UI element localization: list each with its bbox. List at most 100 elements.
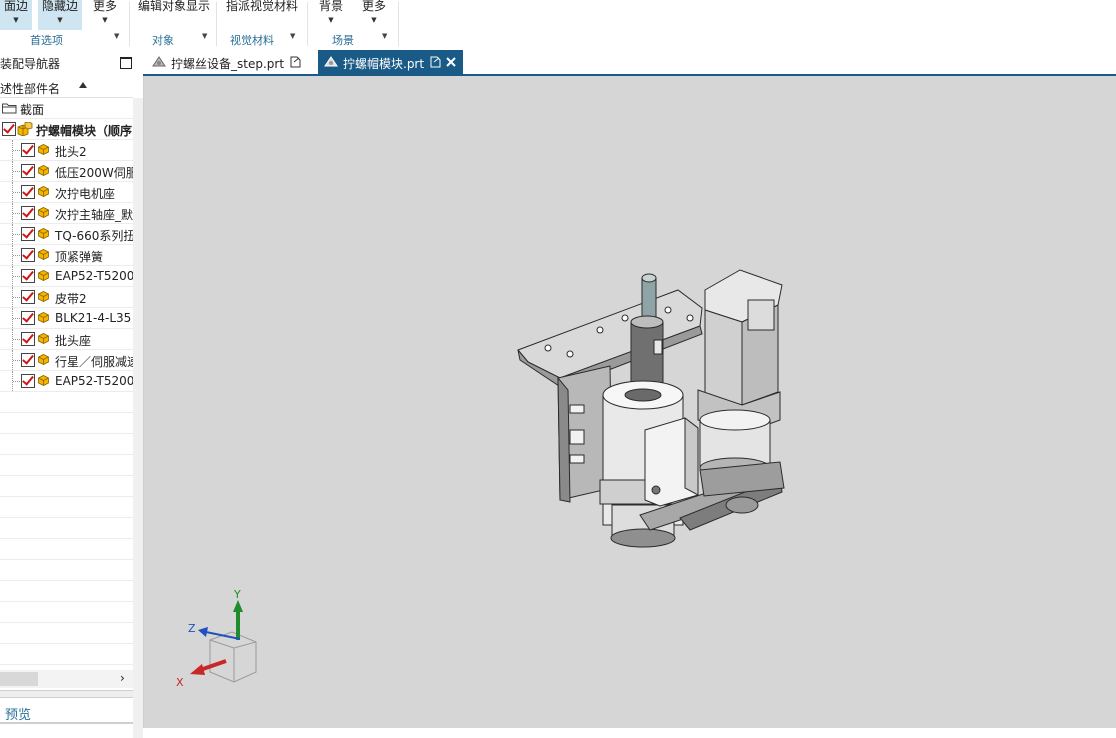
more-button-1[interactable]: 更多 ▼	[90, 0, 120, 30]
tab-screw-equipment[interactable]: 拧螺丝设备_step.prt	[147, 50, 303, 74]
tree-connector	[12, 245, 21, 265]
chevron-down-icon: ▼	[13, 16, 19, 24]
tree-item-label: 截面	[20, 103, 45, 117]
tree-row-part[interactable]: 顶紧弹簧	[0, 245, 133, 266]
tree-row-part[interactable]: 皮带2	[0, 287, 133, 308]
visibility-checkbox[interactable]	[21, 353, 35, 367]
assign-visual-material-button[interactable]: 指派视觉材料	[226, 0, 298, 30]
empty-row	[0, 413, 133, 434]
visibility-checkbox[interactable]	[21, 185, 35, 199]
background-label: 背景	[318, 0, 343, 13]
y-axis-arrow	[233, 600, 243, 640]
tree-row-part[interactable]: BLK21-4-L35	[0, 308, 133, 329]
cad-assembly-model[interactable]	[517, 269, 785, 548]
visibility-checkbox[interactable]	[21, 227, 35, 241]
tree-connector	[12, 287, 21, 307]
part-icon	[38, 182, 50, 202]
tree-item-label: BLK21-4-L35	[55, 311, 132, 325]
group-object[interactable]: 对象 ▼	[152, 32, 212, 48]
tree-item-label: 皮带2	[55, 292, 87, 306]
model-view[interactable]	[144, 76, 1116, 728]
tree-connector	[12, 182, 21, 202]
ribbon-divider	[307, 2, 308, 46]
part-file-icon	[152, 56, 166, 67]
panel-splitter[interactable]	[0, 690, 133, 698]
group-visual-material[interactable]: 视觉材料 ▼	[230, 32, 300, 48]
column-header[interactable]: 述性部件名	[0, 77, 133, 98]
ribbon-divider	[398, 2, 399, 46]
scroll-thumb[interactable]	[0, 672, 38, 686]
chevron-down-icon: ▼	[202, 32, 208, 40]
assembly-icon	[17, 122, 33, 136]
tree-row-part[interactable]: 批头2	[0, 140, 133, 161]
tree-connector	[12, 266, 21, 286]
empty-row	[0, 539, 133, 560]
hidden-edges-button[interactable]: 隐藏边 ▼	[38, 0, 82, 30]
background-button[interactable]: 背景 ▼	[317, 0, 345, 30]
chevron-down-icon: ▼	[382, 32, 388, 40]
tree-item-label: 批头2	[55, 145, 87, 159]
visibility-checkbox[interactable]	[21, 248, 35, 262]
maximize-icon[interactable]	[120, 57, 132, 69]
visibility-checkbox[interactable]	[21, 143, 35, 157]
empty-row	[0, 644, 133, 665]
visibility-checkbox[interactable]	[21, 311, 35, 325]
group-visual-material-label: 视觉材料	[230, 34, 274, 47]
visibility-checkbox[interactable]	[2, 122, 16, 136]
part-icon	[38, 287, 50, 307]
tree-connector	[12, 350, 21, 370]
edit-object-display-button[interactable]: 编辑对象显示	[138, 0, 210, 30]
tree-row-part[interactable]: EAP52-T5200-	[0, 266, 133, 287]
graphics-viewport[interactable]: Y Z X	[144, 76, 1116, 728]
x-axis-arrow	[190, 659, 227, 675]
part-file-icon	[324, 56, 338, 67]
tree-row-section[interactable]: 截面	[0, 98, 133, 119]
visibility-checkbox[interactable]	[21, 269, 35, 283]
tab-nut-module[interactable]: 拧螺帽模块.prt	[318, 50, 463, 74]
navigator-title: 装配导航器	[0, 57, 61, 71]
preview-label[interactable]: 预览	[5, 704, 31, 723]
tree-row-part[interactable]: 次拧主轴座_默	[0, 203, 133, 224]
visibility-checkbox[interactable]	[21, 374, 35, 388]
tree-row-part[interactable]: 批头座	[0, 329, 133, 350]
tree-connector	[12, 140, 21, 160]
tree-item-label: 行星／伺服减速	[55, 355, 133, 369]
horizontal-scrollbar[interactable]: ›	[0, 670, 133, 688]
vertical-scrollbar[interactable]	[133, 98, 143, 738]
visibility-checkbox[interactable]	[21, 164, 35, 178]
tree-row-part[interactable]: 低压200W伺服	[0, 161, 133, 182]
empty-row	[0, 434, 133, 455]
group-scene[interactable]: 场景 ▼	[332, 32, 392, 48]
close-icon[interactable]	[446, 57, 456, 67]
divider	[0, 722, 133, 724]
chevron-down-icon: ▼	[328, 16, 334, 24]
part-icon	[38, 371, 50, 391]
tree-connector	[12, 203, 21, 223]
tree-row-part[interactable]: TQ-660系列扭	[0, 224, 133, 245]
tree-item-label: TQ-660系列扭	[55, 229, 133, 243]
y-axis-label: Y	[233, 588, 241, 601]
face-edges-label: 面边	[3, 0, 28, 13]
visibility-checkbox[interactable]	[21, 332, 35, 346]
face-edges-button[interactable]: 面边 ▼	[0, 0, 32, 30]
tree-row-root-assembly[interactable]: 拧螺帽模块（顺序	[0, 119, 133, 140]
coordinate-triad[interactable]: Y Z X	[172, 588, 272, 688]
tree-connector	[12, 329, 21, 349]
empty-row	[0, 476, 133, 497]
visibility-checkbox[interactable]	[21, 206, 35, 220]
empty-row	[0, 455, 133, 476]
more-button-2[interactable]: 更多 ▼	[360, 0, 388, 30]
empty-row	[0, 518, 133, 539]
scroll-right-icon[interactable]: ›	[120, 671, 125, 685]
tree-row-part[interactable]: EAP52-T5200-	[0, 371, 133, 392]
chevron-down-icon: ▼	[114, 32, 120, 40]
tree-row-part[interactable]: 行星／伺服减速	[0, 350, 133, 371]
tree-row-part[interactable]: 次拧电机座	[0, 182, 133, 203]
assembly-navigator: 装配导航器 述性部件名 截面 拧螺帽模块（顺序 批头2 低压200W伺服 次拧电机座…	[0, 50, 144, 738]
part-icon	[38, 308, 50, 328]
group-preferences[interactable]: 首选项 ▼	[30, 32, 125, 48]
part-icon	[38, 203, 50, 223]
visibility-checkbox[interactable]	[21, 290, 35, 304]
part-icon	[38, 161, 50, 181]
empty-row	[0, 560, 133, 581]
